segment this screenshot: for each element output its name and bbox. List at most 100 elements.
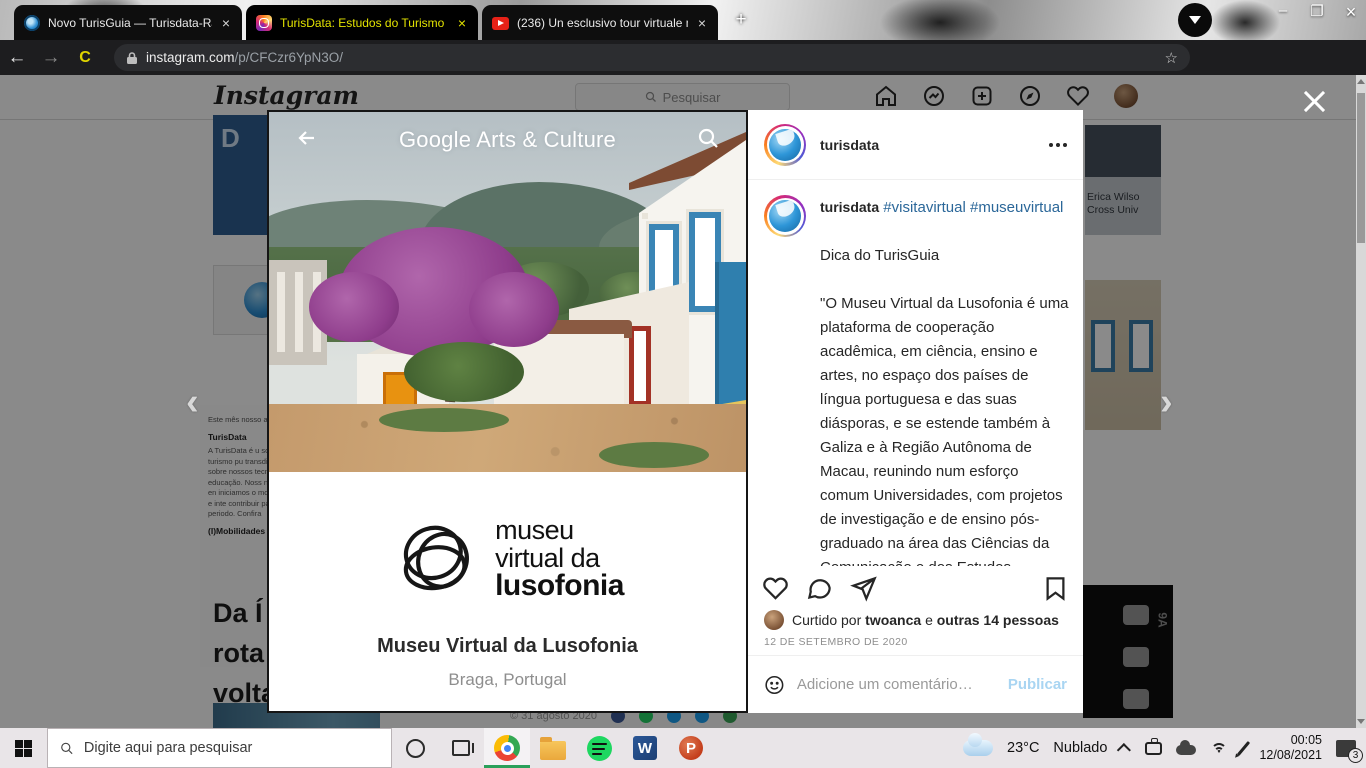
file-explorer-button[interactable] [530, 728, 576, 768]
gac-title: Google Arts & Culture [319, 127, 696, 153]
meet-now-icon[interactable] [1145, 742, 1162, 755]
url-path: /p/CFCzr6YpN3O/ [235, 50, 344, 65]
liker-avatar[interactable] [764, 610, 784, 630]
url-text: instagram.com/p/CFCzr6YpN3O/ [146, 50, 343, 65]
window-close-button[interactable]: × [1336, 2, 1366, 23]
spotify-button[interactable] [576, 728, 622, 768]
column [295, 272, 303, 352]
grass-patch [599, 442, 709, 468]
reload-button[interactable]: C [68, 49, 102, 67]
instagram-favicon-icon [256, 15, 272, 31]
folder-icon [540, 741, 566, 760]
share-plane-icon[interactable] [850, 575, 877, 602]
post-actions [748, 566, 1083, 610]
notification-center-icon[interactable]: 3 [1336, 740, 1356, 757]
tab-youtube[interactable]: (236) Un esclusivo tour virtuale n × [482, 5, 718, 40]
prev-post-chevron[interactable]: ‹ [186, 387, 199, 417]
chrome-icon [494, 735, 520, 761]
caption-tip: Dica do TurisGuia [820, 244, 1069, 268]
notification-badge: 3 [1348, 748, 1363, 763]
chrome-taskbar-button[interactable] [484, 728, 530, 768]
clock-date: 12/08/2021 [1259, 748, 1322, 763]
word-button[interactable]: W [622, 728, 668, 768]
next-post-chevron[interactable]: › [1160, 387, 1173, 417]
taskbar-search-input[interactable] [84, 740, 379, 756]
avatar-story-ring[interactable] [764, 195, 806, 237]
tab-turisguia[interactable]: Novo TurisGuia — Turisdata-RJ × [14, 5, 242, 40]
back-arrow-icon[interactable] [295, 126, 319, 155]
media-controls-icon[interactable] [1178, 3, 1212, 37]
purple-tree [469, 272, 559, 347]
turisguia-favicon-icon [24, 15, 40, 31]
weather-cloud-icon[interactable] [963, 740, 993, 756]
post-date: 12 DE SETEMBRO DE 2020 [764, 636, 908, 648]
more-options-icon[interactable] [1049, 143, 1067, 147]
back-button[interactable]: ← [0, 47, 34, 69]
post-username[interactable]: turisdata [820, 137, 879, 153]
scrollbar-thumb[interactable] [1357, 93, 1365, 243]
task-view-button[interactable] [438, 728, 484, 768]
red-door [629, 326, 651, 406]
liked-prefix: Curtido por [792, 612, 861, 628]
forward-button[interactable]: → [34, 47, 68, 69]
like-heart-icon[interactable] [762, 575, 789, 602]
wifi-icon[interactable] [1210, 741, 1228, 755]
spotify-icon [587, 736, 612, 761]
tab-close-icon[interactable]: × [456, 16, 468, 30]
task-view-icon [452, 740, 470, 756]
gac-search-icon[interactable] [696, 126, 720, 155]
onedrive-icon[interactable] [1176, 745, 1196, 755]
cortana-button[interactable] [392, 728, 438, 768]
taskbar-search[interactable] [47, 728, 392, 768]
search-icon [60, 741, 74, 756]
taskbar-clock[interactable]: 00:05 12/08/2021 [1259, 733, 1322, 763]
caption-hashtags[interactable]: #visitavirtual #museuvirtual [883, 199, 1063, 216]
window-maximize-button[interactable]: ❐ [1302, 2, 1332, 20]
museum-logo-icon [391, 514, 483, 602]
theme-smudge [880, 0, 1000, 40]
bookmark-icon[interactable] [1042, 575, 1069, 602]
liked-conj: e [925, 612, 933, 628]
bookmark-star-icon[interactable]: ☆ [1165, 49, 1178, 67]
comment-input[interactable] [797, 676, 996, 693]
clock-time: 00:05 [1259, 733, 1322, 748]
close-modal-icon[interactable] [1300, 87, 1330, 117]
start-button[interactable] [0, 728, 47, 768]
post-caption: turisdata #visitavirtual #museuvirtual D… [748, 181, 1083, 566]
tab-close-icon[interactable]: × [696, 16, 708, 30]
powerpoint-button[interactable]: P [668, 728, 714, 768]
tab-title: TurisData: Estudos do Turismo (@ [280, 16, 448, 30]
post-header: turisdata [748, 110, 1083, 180]
turisdata-avatar [769, 129, 801, 161]
museum-title: Museu Virtual da Lusofonia [269, 635, 746, 658]
tab-title: (236) Un esclusivo tour virtuale n [517, 16, 688, 30]
tab-title: Novo TurisGuia — Turisdata-RJ [48, 16, 212, 30]
new-tab-button[interactable]: + [730, 10, 752, 32]
tray-expand-icon[interactable] [1117, 743, 1131, 757]
liked-others[interactable]: outras 14 pessoas [937, 612, 1059, 628]
scroll-down-arrow[interactable] [1357, 719, 1365, 724]
caption-username[interactable]: turisdata [820, 199, 879, 215]
address-bar[interactable]: instagram.com/p/CFCzr6YpN3O/ ☆ [114, 44, 1190, 71]
post-image: Google Arts & Culture [267, 110, 748, 713]
scroll-up-arrow[interactable] [1357, 79, 1365, 84]
logo-line: museu [495, 516, 624, 544]
publish-button[interactable]: Publicar [1008, 676, 1067, 693]
weather-desc[interactable]: Nublado [1053, 740, 1107, 756]
turisdata-avatar [769, 200, 801, 232]
page-scrollbar[interactable] [1356, 75, 1366, 728]
avatar-story-ring[interactable] [764, 124, 806, 166]
weather-temp[interactable]: 23°C [1007, 740, 1039, 756]
liked-user[interactable]: twoanca [865, 612, 921, 628]
url-domain: instagram.com [146, 50, 235, 65]
museum-card: museu virtual da lusofonia Museu Virtual… [269, 472, 746, 711]
windows-logo-icon [15, 740, 32, 757]
emoji-smiley-icon[interactable] [764, 672, 785, 698]
windows-ink-icon[interactable] [1237, 741, 1250, 756]
tab-instagram-active[interactable]: TurisData: Estudos do Turismo (@ × [246, 5, 478, 40]
browser-toolbar: ← → C instagram.com/p/CFCzr6YpN3O/ ☆ ⋮ [0, 40, 1366, 75]
tab-close-icon[interactable]: × [220, 16, 232, 30]
gac-header: Google Arts & Culture [269, 112, 746, 168]
comment-icon[interactable] [806, 575, 833, 602]
window-minimize-button[interactable]: – [1268, 2, 1298, 19]
